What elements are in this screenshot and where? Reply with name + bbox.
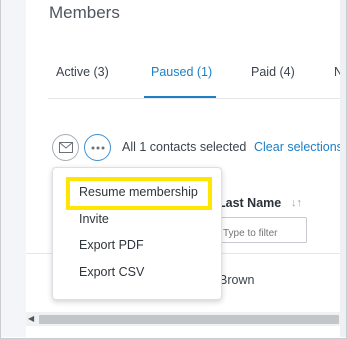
clear-selections-link[interactable]: Clear selections [254,140,340,154]
tab-next[interactable]: N [334,65,340,79]
ellipsis-icon [91,146,104,149]
last-name-filter-input[interactable] [216,217,307,243]
highlight-annotation [66,177,212,210]
horizontal-scroll-thumb[interactable] [39,315,339,324]
menu-item-export-pdf[interactable]: Export PDF [79,238,144,252]
tabs-divider [48,98,340,99]
cell-last-name: Brown [219,273,255,287]
scroll-left-arrow-icon[interactable]: ◀ [28,314,34,323]
menu-item-export-csv[interactable]: Export CSV [79,265,144,279]
left-sidebar-strip [1,0,26,337]
mail-icon [58,142,73,153]
selection-count: All 1 contacts selected [122,140,247,154]
vertical-scrollbar[interactable] [340,0,346,337]
menu-item-invite[interactable]: Invite [79,212,109,226]
email-button[interactable] [52,134,79,161]
tab-paused[interactable]: Paused (1) [151,65,212,79]
status-tabs: Active (3) Paused (1) Paid (4) N [48,58,340,98]
tab-paid[interactable]: Paid (4) [251,65,295,79]
column-header-last-name[interactable]: Last Name [218,196,281,210]
page-title: Members [49,3,120,22]
tab-active[interactable]: Active (3) [56,65,109,79]
more-actions-button[interactable] [84,134,111,161]
sort-icon[interactable]: ↓↑ [291,197,302,209]
